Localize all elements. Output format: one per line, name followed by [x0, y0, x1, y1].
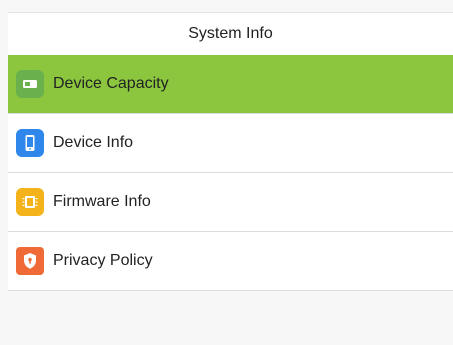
menu-item-label: Device Info [53, 134, 134, 151]
system-info-menu: Device Capacity Device Info Firmware Inf… [8, 55, 453, 291]
phone-icon [16, 129, 44, 157]
menu-item-firmware-info[interactable]: Firmware Info [8, 173, 453, 232]
shield-icon [16, 247, 44, 275]
menu-item-device-info[interactable]: Device Info [8, 114, 453, 173]
storage-icon [16, 70, 44, 98]
empty-list-area [8, 293, 453, 345]
page-title: System Info [188, 25, 273, 42]
menu-item-label: Device Capacity [53, 75, 169, 92]
system-info-screen: System Info Device Capacity Device Info [0, 0, 453, 345]
chip-icon [16, 188, 44, 216]
page-title-bar: System Info [8, 12, 453, 56]
menu-item-privacy-policy[interactable]: Privacy Policy [8, 232, 453, 291]
menu-item-device-capacity[interactable]: Device Capacity [8, 55, 453, 114]
menu-item-label: Privacy Policy [53, 252, 153, 269]
menu-item-label: Firmware Info [53, 193, 151, 210]
